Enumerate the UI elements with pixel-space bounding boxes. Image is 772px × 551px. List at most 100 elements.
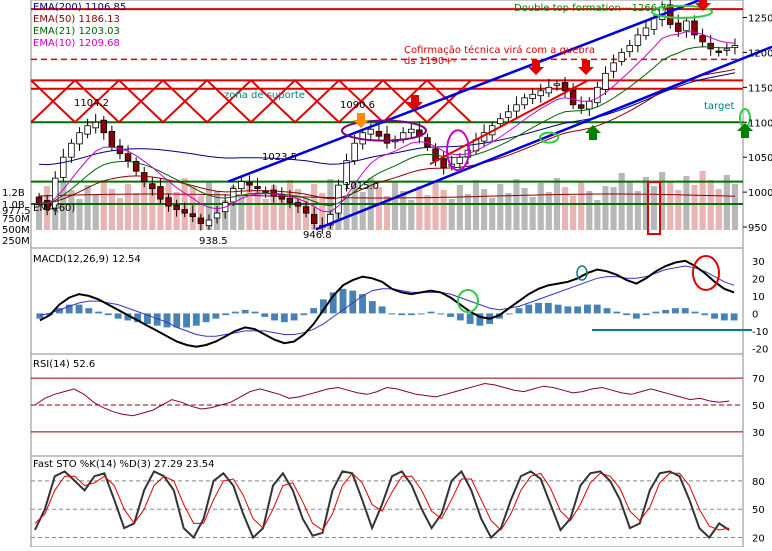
ema-legend-label: EMA(200) 1106.85: [33, 2, 126, 13]
macd-histogram-bar: [408, 313, 415, 316]
candle-body: [642, 27, 650, 37]
volume-bar: [456, 185, 463, 230]
volume-bar: [667, 181, 674, 230]
volume-bar: [521, 188, 528, 230]
macd-histogram-bar: [241, 309, 249, 314]
macd-histogram-bar: [730, 313, 738, 321]
candle-body: [505, 111, 512, 118]
volume-bar: [100, 180, 107, 230]
confirmation-label: ds 1190+-: [404, 56, 457, 67]
candle-body: [626, 45, 633, 53]
ema-legend-label: EMA(21) 1203.03: [33, 26, 120, 37]
macd-histogram-bar: [525, 304, 533, 314]
price-axis-label: 950: [748, 223, 767, 234]
sto-axis-label: 50: [752, 505, 765, 516]
candle-body: [351, 142, 358, 162]
macd-histogram-bar: [85, 308, 93, 314]
candle-body: [84, 125, 91, 135]
candle-body: [602, 72, 609, 90]
sto-axis-label: 20: [752, 534, 765, 545]
macd-histogram-bar: [173, 313, 181, 328]
volume-bar: [650, 186, 658, 230]
volume-bar: [489, 198, 496, 230]
volume-bar: [602, 186, 609, 230]
macd-histogram-bar: [95, 311, 102, 314]
macd-histogram-bar: [681, 308, 689, 314]
candle-body: [302, 206, 310, 214]
macd-histogram-bar: [564, 306, 572, 314]
macd-axis-label: 10: [752, 292, 765, 303]
macd-histogram-bar: [437, 313, 445, 315]
macd-histogram-bar: [359, 294, 366, 314]
macd-axis-label: 20: [752, 274, 765, 285]
volume-bar: [440, 190, 447, 230]
volume-bar: [578, 182, 585, 230]
rsi-axis-label: 30: [752, 428, 765, 439]
candle-body: [60, 156, 67, 178]
macd-histogram-bar: [554, 304, 562, 314]
candle-body: [634, 34, 642, 46]
volume-bar: [537, 183, 544, 230]
stock-chart: 950 1000 1050 1100 1150 1200 1250 1.2B 1.0B 977.5…: [0, 0, 772, 548]
macd-histogram-bar: [662, 309, 670, 314]
candle-body: [715, 50, 723, 53]
candle-body: [594, 86, 601, 104]
macd-histogram-bar: [613, 311, 621, 314]
volume-bar: [464, 194, 471, 230]
price-axis-label: 1000: [748, 188, 772, 199]
volume-bar: [675, 190, 682, 230]
macd-histogram-bar: [456, 313, 464, 321]
candle-body: [230, 188, 237, 203]
macd-histogram-bar: [222, 313, 230, 316]
macd-histogram-bar: [398, 313, 406, 316]
candle-body: [553, 83, 561, 86]
price-axis-label: 1150: [748, 83, 772, 94]
sto-legend-label: Fast STO %K(14) %D(3) 27.29 23.54: [33, 459, 215, 470]
macd-histogram-bar: [584, 304, 591, 314]
volume-bar: [481, 189, 488, 230]
price-value-label: 1104.2: [74, 98, 109, 109]
macd-histogram-bar: [623, 313, 630, 316]
volume-bar: [124, 184, 132, 230]
candle-body: [408, 128, 415, 134]
volume-bar: [731, 184, 739, 230]
candle-body: [561, 82, 569, 92]
macd-histogram-bar: [515, 308, 523, 314]
candle-body: [173, 204, 180, 210]
candle-body: [569, 89, 577, 106]
candle-body: [68, 142, 75, 158]
macd-histogram-bar: [280, 313, 288, 323]
candle-body: [586, 100, 593, 110]
macd-histogram-bar: [349, 290, 357, 314]
volume-bar: [92, 194, 99, 230]
volume-bar: [570, 196, 577, 230]
volume-axis-label: 750M: [2, 214, 30, 225]
candle-body: [367, 128, 375, 135]
macd-histogram-bar: [271, 313, 278, 321]
volume-bar: [561, 187, 569, 230]
volume-bar: [691, 185, 698, 230]
candle-body: [124, 153, 132, 162]
macd-histogram-bar: [368, 301, 376, 314]
volume-bar: [699, 171, 706, 230]
macd-histogram-bar: [163, 313, 171, 328]
macd-histogram-bar: [652, 311, 660, 314]
volume-bar: [497, 184, 504, 230]
price-axis-label: 1200: [748, 48, 772, 59]
macd-histogram-bar: [183, 313, 190, 328]
macd-histogram-bar: [192, 313, 200, 326]
rsi-legend-label: RSI(14) 52.6: [33, 359, 95, 370]
macd-histogram-bar: [711, 313, 718, 319]
confirmation-label: Cofirmação técnica virá com a quebra: [404, 44, 595, 56]
volume-bar: [424, 195, 431, 230]
price-axis-label: 1250: [748, 13, 772, 24]
macd-histogram-bar: [378, 306, 386, 314]
candle-body: [383, 133, 391, 144]
candle-body: [440, 158, 447, 169]
candle-body: [254, 186, 261, 190]
candle-body: [521, 97, 528, 106]
candle-body: [35, 196, 43, 203]
candle-body: [76, 132, 83, 145]
macd-legend-label: MACD(12,26,9) 12.54: [33, 254, 141, 265]
rsi-axis-label: 50: [752, 401, 765, 412]
